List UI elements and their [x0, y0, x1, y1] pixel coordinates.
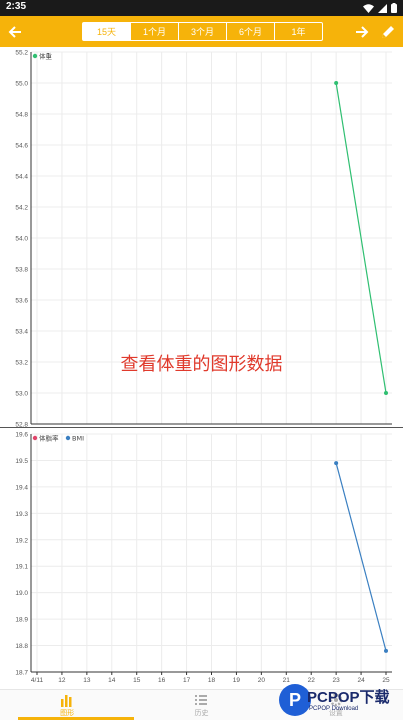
legend-marker — [32, 53, 38, 59]
y-tick-label: 18.9 — [15, 617, 28, 624]
y-tick-label: 18.8 — [15, 643, 28, 650]
legend-label: BMI — [72, 435, 84, 443]
watermark-text: PCPOP下载 — [307, 689, 390, 706]
legend-marker — [32, 435, 38, 441]
status-icons — [363, 3, 397, 13]
y-tick-label: 53.0 — [15, 391, 28, 398]
y-tick-label: 19.4 — [15, 484, 28, 491]
status-bar: 2:35 — [0, 0, 403, 16]
nav-label-chart: 图形 — [60, 708, 75, 717]
wifi-icon — [363, 3, 374, 13]
edit-button[interactable] — [373, 16, 403, 47]
back-button[interactable] — [0, 16, 30, 47]
tab-1-year[interactable]: 1年 — [274, 23, 322, 40]
tab-1-month[interactable]: 1个月 — [130, 23, 178, 40]
y-tick-label: 19.0 — [15, 590, 28, 597]
bmi-chart: 19.6 19.5 19.4 19.3 19.2 19.1 19.0 18.9 18.8 18.7… — [0, 428, 403, 689]
app-bar: 15天 1个月 3个月 6个月 1年 — [0, 16, 403, 47]
legend-marker — [65, 435, 71, 441]
x-tick-label: 13 — [83, 677, 91, 684]
x-tick-label: 15 — [133, 677, 141, 684]
legend-label: 体重 — [39, 52, 53, 61]
y-tick-label: 19.3 — [15, 511, 28, 518]
list-icon — [195, 694, 208, 705]
y-tick-label: 19.5 — [15, 458, 28, 465]
data-point — [334, 461, 339, 466]
y-tick-label: 54.0 — [15, 236, 28, 243]
y-tick-label: 54.4 — [15, 174, 28, 181]
y-tick-label: 55.0 — [15, 81, 28, 88]
watermark-logo: P PCPOP下载 PCPOP Download — [279, 682, 403, 720]
tab-3-months[interactable]: 3个月 — [178, 23, 226, 40]
data-point — [334, 81, 339, 85]
pencil-icon — [382, 25, 394, 38]
nav-item-history[interactable]: 历史 — [134, 690, 268, 720]
y-tick-label: 18.7 — [15, 670, 28, 677]
battery-icon — [391, 3, 397, 13]
bar-chart-icon — [61, 694, 72, 707]
range-tabs: 15天 1个月 3个月 6个月 1年 — [82, 22, 323, 41]
x-tick-label: 16 — [158, 677, 166, 684]
y-tick-label: 53.6 — [15, 298, 28, 305]
nav-item-chart[interactable]: 图形 — [0, 690, 135, 720]
x-tick-label: 14 — [108, 677, 116, 684]
legend-label: 体脂率 — [39, 434, 59, 443]
y-tick-label: 54.2 — [15, 205, 28, 212]
y-tick-label: 53.4 — [15, 329, 28, 336]
nav-label-history: 历史 — [194, 708, 209, 717]
arrow-left-icon — [8, 25, 21, 38]
y-tick-label: 54.6 — [15, 143, 28, 150]
bmi-chart-svg: 19.6 19.5 19.4 19.3 19.2 19.1 19.0 18.9 18.8 18.7… — [15, 432, 392, 684]
watermark-subtext: PCPOP Download — [309, 706, 359, 712]
x-tick-label: 20 — [258, 677, 266, 684]
y-tick-label: 19.2 — [15, 537, 28, 544]
x-tick-label: 17 — [183, 677, 191, 684]
x-tick-label: 4/11 — [31, 677, 44, 684]
x-tick-label: 19 — [233, 677, 241, 684]
data-point — [384, 391, 388, 395]
tab-6-months[interactable]: 6个月 — [226, 23, 274, 40]
y-tick-label: 55.2 — [15, 50, 28, 57]
signal-icon — [378, 3, 387, 13]
y-tick-label: 19.1 — [15, 564, 28, 571]
tab-15-days[interactable]: 15天 — [83, 23, 130, 40]
y-tick-label: 53.8 — [15, 267, 28, 274]
overlay-caption: 查看体重的图形数据 — [120, 354, 283, 375]
arrow-right-icon — [356, 25, 369, 38]
x-tick-label: 18 — [208, 677, 216, 684]
x-tick-label: 12 — [58, 677, 66, 684]
status-time: 2:35 — [6, 1, 27, 12]
data-point — [384, 648, 388, 653]
y-tick-label: 19.6 — [15, 432, 28, 439]
y-tick-label: 54.8 — [15, 112, 28, 119]
